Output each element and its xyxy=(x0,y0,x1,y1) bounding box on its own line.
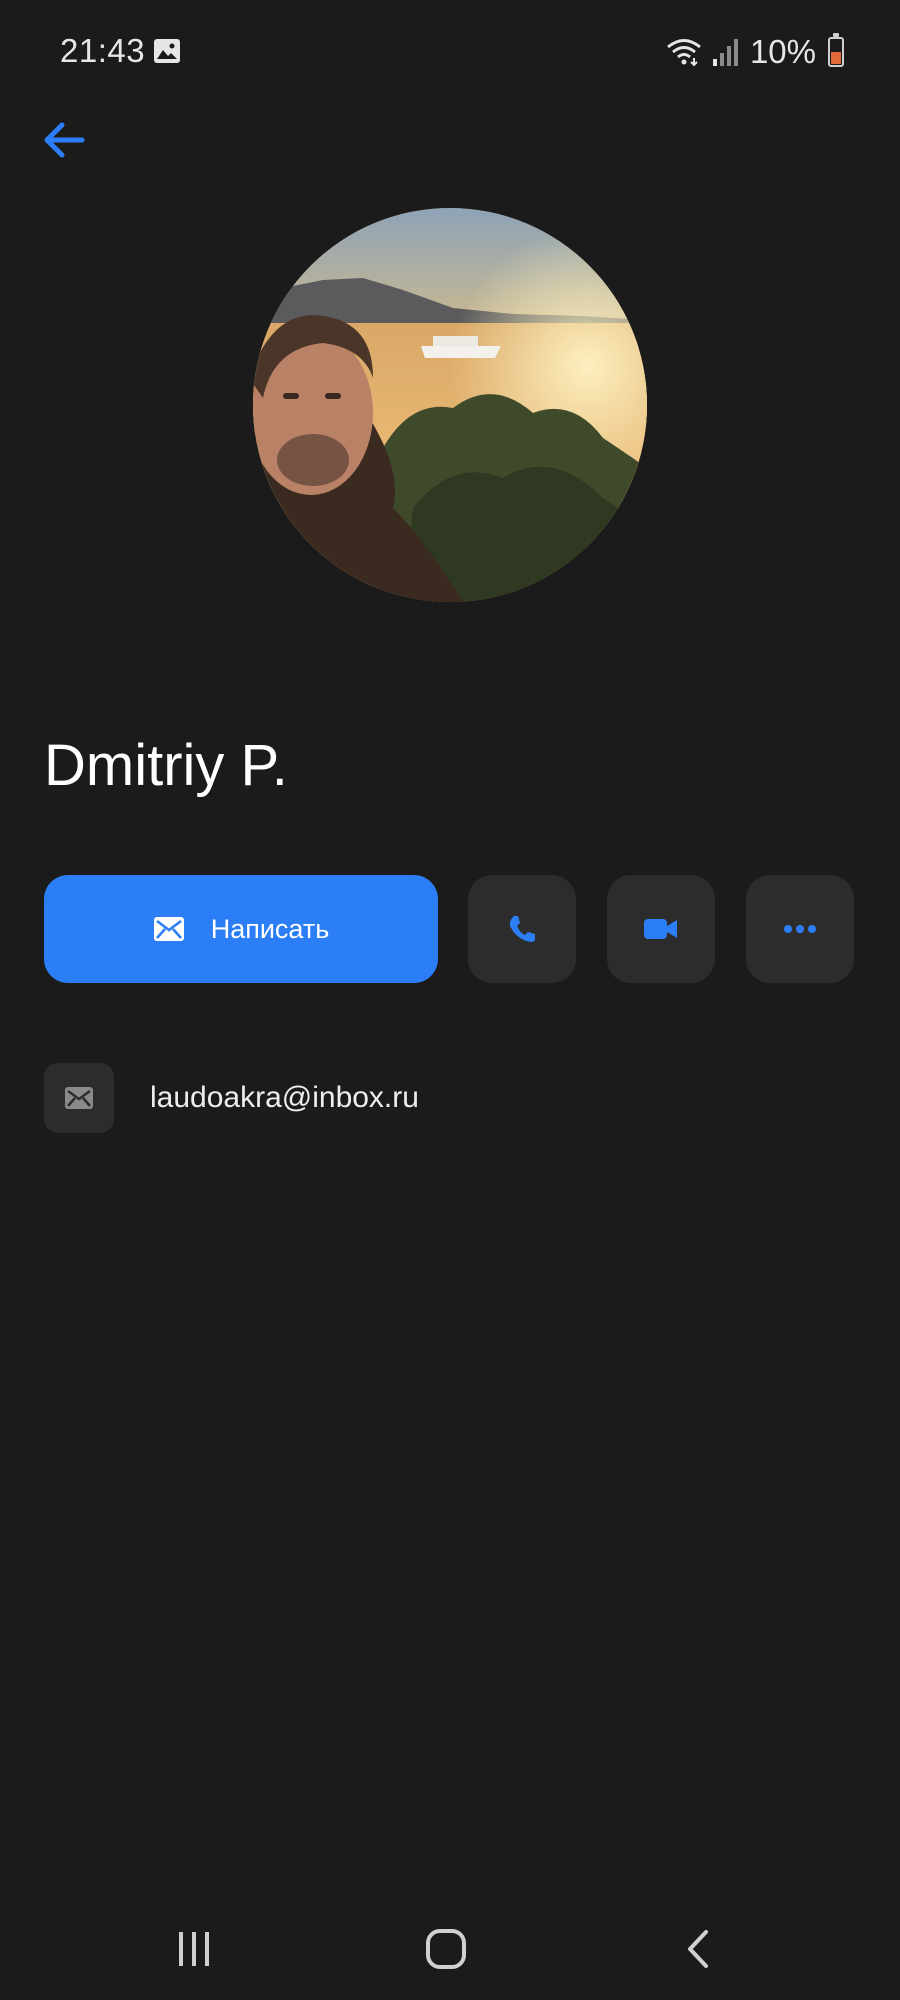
battery-icon xyxy=(828,33,844,67)
signal-icon xyxy=(712,39,738,66)
email-row[interactable]: laudoakra@inbox.ru xyxy=(44,1063,856,1133)
status-indicators: 10% xyxy=(666,32,844,72)
call-button[interactable] xyxy=(468,875,576,983)
email-address: laudoakra@inbox.ru xyxy=(150,1081,419,1114)
envelope-icon xyxy=(153,917,184,941)
contact-name: Dmitriy P. xyxy=(44,733,288,798)
write-button-label: Написать xyxy=(210,913,330,944)
envelope-icon xyxy=(65,1087,93,1109)
home-icon xyxy=(426,1929,466,1969)
avatar[interactable] xyxy=(253,208,647,602)
write-message-button[interactable]: Написать xyxy=(44,875,438,983)
system-nav-bar xyxy=(0,1900,900,2000)
home-button[interactable] xyxy=(406,1914,486,1984)
gallery-icon xyxy=(154,39,180,63)
recent-apps-icon xyxy=(179,1932,209,1966)
status-bar: 21:43 10% xyxy=(0,0,900,100)
system-back-button[interactable] xyxy=(658,1914,738,1984)
more-options-button[interactable] xyxy=(746,875,854,983)
back-button[interactable] xyxy=(36,112,92,168)
back-icon xyxy=(688,1930,708,1968)
video-camera-icon xyxy=(644,919,677,939)
arrow-left-icon xyxy=(44,122,85,158)
more-dots-icon xyxy=(784,925,816,933)
wifi-icon xyxy=(666,39,701,67)
battery-percent: 10% xyxy=(749,33,816,70)
recent-apps-button[interactable] xyxy=(154,1914,234,1984)
status-time: 21:43 xyxy=(60,32,146,69)
video-call-button[interactable] xyxy=(607,875,715,983)
phone-icon xyxy=(509,916,535,942)
email-icon-box xyxy=(44,1063,114,1133)
avatar-photo xyxy=(253,208,647,602)
